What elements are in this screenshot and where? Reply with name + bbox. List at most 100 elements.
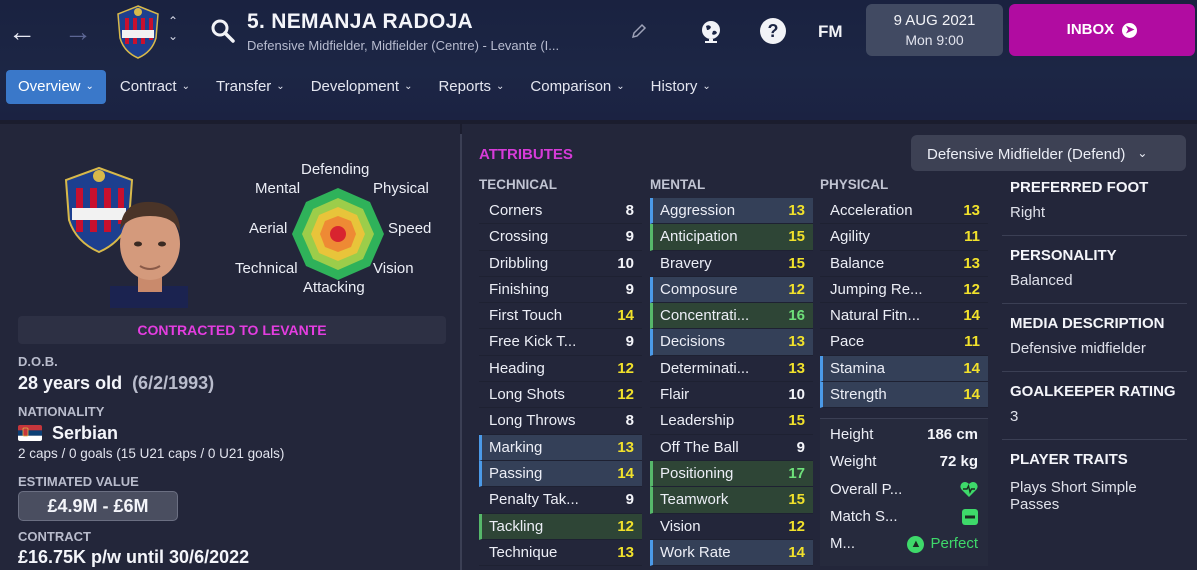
player-positions-subtitle: Defensive Midfielder, Midfielder (Centre… xyxy=(247,38,560,53)
info-separator xyxy=(1002,439,1187,440)
tab-overview[interactable]: Overview ⌄ xyxy=(6,70,106,104)
dob-value: 28 years old (6/2/1993) xyxy=(18,373,214,394)
chevron-down-icon: ⌄ xyxy=(276,81,285,92)
attribute-row[interactable]: Marking 13 xyxy=(479,434,642,461)
attribute-row[interactable]: Technique 13 xyxy=(479,540,642,567)
attribute-row[interactable]: Natural Fitn... 14 xyxy=(820,303,988,330)
tab-development[interactable]: Development ⌄ xyxy=(299,70,425,104)
attribute-name: Free Kick T... xyxy=(489,333,577,351)
attribute-row[interactable]: Penalty Tak... 9 xyxy=(479,487,642,514)
radar-label-aerial: Aerial xyxy=(249,220,288,237)
mental-attributes-list: Aggression 13 Anticipation 15 Bravery 15 Compo… xyxy=(650,198,813,567)
search-icon[interactable] xyxy=(210,18,236,44)
attribute-row[interactable]: Flair 10 xyxy=(650,382,813,409)
overall-fitness-row[interactable]: Overall P... xyxy=(820,476,988,503)
attribute-row[interactable]: Dribbling 10 xyxy=(479,251,642,277)
attribute-value: 12 xyxy=(788,517,805,535)
attribute-value: 13 xyxy=(788,359,805,377)
attribute-value: 13 xyxy=(788,333,805,351)
player-name: 5. NEMANJA RADOJA xyxy=(247,10,474,33)
attribute-row[interactable]: Aggression 13 xyxy=(650,198,813,225)
attribute-row[interactable]: Long Throws 8 xyxy=(479,408,642,435)
chevron-down-icon: ⌄ xyxy=(702,81,711,92)
inbox-continue-button[interactable]: INBOX ➤ xyxy=(1009,4,1195,56)
player-trait-item[interactable]: Plays Short Simple Passes xyxy=(1010,479,1137,513)
attribute-row[interactable]: Concentrati... 16 xyxy=(650,303,813,330)
morale-row[interactable]: M... ▲ Perfect xyxy=(820,530,988,557)
attribute-name: First Touch xyxy=(489,307,563,325)
attribute-name: Balance xyxy=(830,254,885,272)
physical-attributes-list: Acceleration 13 Agility 11 Balance 13 Jumping … xyxy=(820,198,988,409)
attribute-row[interactable]: Agility 11 xyxy=(820,224,988,251)
dob-label: D.O.B. xyxy=(18,354,58,369)
match-sharpness-row[interactable]: Match S... xyxy=(820,503,988,530)
tab-transfer[interactable]: Transfer ⌄ xyxy=(204,70,297,104)
attribute-row[interactable]: First Touch 14 xyxy=(479,303,642,330)
pencil-edit-icon[interactable] xyxy=(630,22,648,40)
attribute-row[interactable]: Free Kick T... 9 xyxy=(479,329,642,356)
technical-attributes-list: Corners 8 Crossing 9 Dribbling 10 Finishing 9 Fi… xyxy=(479,198,642,567)
attribute-row[interactable]: Off The Ball 9 xyxy=(650,435,813,461)
estimated-value-badge[interactable]: £4.9M - £6M xyxy=(18,491,178,521)
attribute-row[interactable]: Anticipation 15 xyxy=(650,224,813,251)
attribute-row[interactable]: Work Rate 14 xyxy=(650,539,813,567)
attribute-row[interactable]: Jumping Re... 12 xyxy=(820,277,988,304)
attribute-row[interactable]: Heading 12 xyxy=(479,356,642,383)
technical-header: TECHNICAL xyxy=(479,177,557,192)
attribute-value: 13 xyxy=(788,202,805,219)
attribute-row[interactable]: Tackling 12 xyxy=(479,513,642,540)
info-separator xyxy=(1002,303,1187,304)
game-date-button[interactable]: 9 AUG 2021 Mon 9:00 xyxy=(866,4,1003,56)
attribute-value: 9 xyxy=(625,228,634,246)
attribute-value: 15 xyxy=(788,228,805,246)
world-globe-icon[interactable] xyxy=(698,18,724,44)
attribute-row[interactable]: Corners 8 xyxy=(479,198,642,225)
radar-label-mental: Mental xyxy=(255,180,301,197)
attribute-row[interactable]: Passing 14 xyxy=(479,460,642,488)
attribute-row[interactable]: Balance 13 xyxy=(820,251,988,277)
attribute-value: 10 xyxy=(788,386,805,404)
attribute-name: Flair xyxy=(660,386,690,404)
attribute-row[interactable]: Finishing 9 xyxy=(479,277,642,304)
attribute-row[interactable]: Bravery 15 xyxy=(650,251,813,277)
attribute-name: Long Shots xyxy=(489,386,565,404)
tab-label: Contract xyxy=(119,78,177,95)
height-row: Height 186 cm xyxy=(820,421,988,448)
attribute-row[interactable]: Vision 12 xyxy=(650,514,813,540)
attribute-row[interactable]: Pace 11 xyxy=(820,329,988,356)
current-time: Mon 9:00 xyxy=(905,32,964,48)
levante-club-badge-icon[interactable] xyxy=(114,4,162,60)
nationality-value[interactable]: Serbian xyxy=(18,423,118,444)
serbia-flag-icon xyxy=(18,425,42,441)
attribute-row[interactable]: Acceleration 13 xyxy=(820,198,988,225)
tab-reports[interactable]: Reports ⌄ xyxy=(426,70,516,104)
attribute-row[interactable]: Composure 12 xyxy=(650,276,813,304)
estimated-value-label: ESTIMATED VALUE xyxy=(18,474,139,489)
attribute-name: Passing xyxy=(489,464,543,482)
player-portrait xyxy=(110,201,188,308)
height-value: 186 cm xyxy=(927,426,978,443)
attribute-value: 12 xyxy=(788,280,805,298)
help-question-icon[interactable]: ? xyxy=(760,18,786,44)
attribute-row[interactable]: Teamwork 15 xyxy=(650,487,813,514)
attribute-row[interactable]: Long Shots 12 xyxy=(479,382,642,409)
tab-history[interactable]: History ⌄ xyxy=(639,70,723,104)
attribute-row[interactable]: Decisions 13 xyxy=(650,329,813,356)
player-switch-chevrons-icon[interactable]: ⌃ ⌄ xyxy=(166,14,180,44)
attribute-row[interactable]: Determinati... 13 xyxy=(650,356,813,383)
attribute-row[interactable]: Stamina 14 xyxy=(820,355,988,383)
attribute-name: Composure xyxy=(660,280,738,298)
tab-contract[interactable]: Contract ⌄ xyxy=(108,70,202,104)
attribute-row[interactable]: Positioning 17 xyxy=(650,460,813,488)
tab-comparison[interactable]: Comparison ⌄ xyxy=(518,70,636,104)
attribute-value: 14 xyxy=(617,307,634,325)
role-select-dropdown[interactable]: Defensive Midfielder (Defend) ⌄ xyxy=(911,135,1186,171)
attribute-row[interactable]: Leadership 15 xyxy=(650,408,813,435)
forward-arrow-icon[interactable]: → xyxy=(64,18,92,46)
attribute-name: Bravery xyxy=(660,254,712,272)
fm-logo[interactable]: FM xyxy=(818,22,843,42)
attribute-row[interactable]: Crossing 9 xyxy=(479,224,642,251)
attribute-row[interactable]: Strength 14 xyxy=(820,382,988,409)
attribute-value: 13 xyxy=(963,254,980,272)
back-arrow-icon[interactable]: ← xyxy=(8,18,36,46)
